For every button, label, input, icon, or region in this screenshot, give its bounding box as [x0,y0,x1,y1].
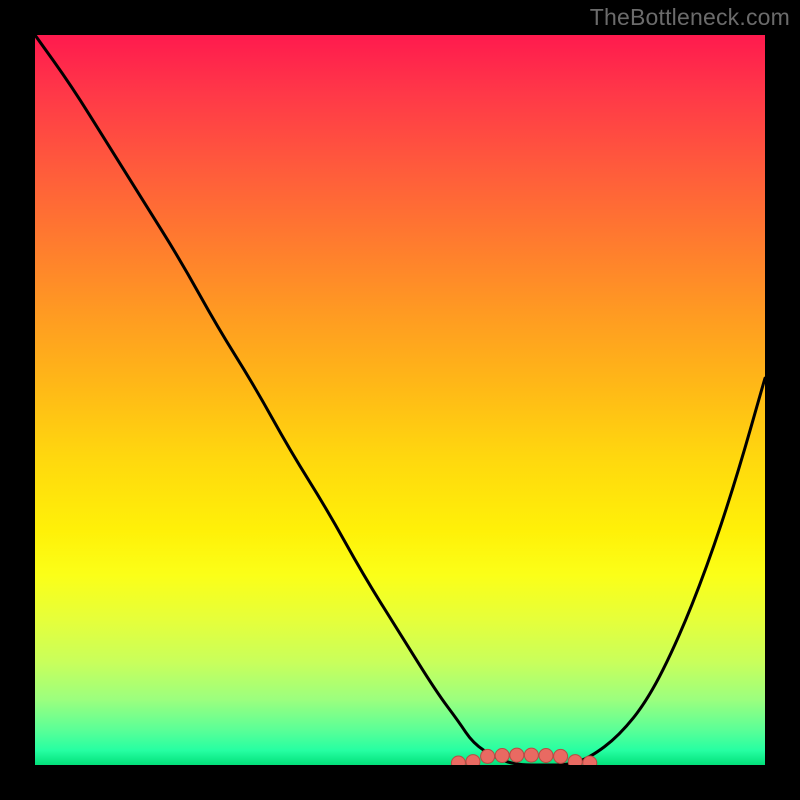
watermark-text: TheBottleneck.com [590,4,790,31]
highlight-dot [583,756,597,765]
plot-area [35,35,765,765]
highlight-dot [481,749,495,763]
bottleneck-curve [35,35,765,765]
chart-frame: TheBottleneck.com [0,0,800,800]
chart-svg [35,35,765,765]
highlight-dot [451,756,465,765]
optimal-zone-dots [451,748,596,765]
highlight-dot [466,755,480,765]
highlight-dot [539,749,553,763]
highlight-dot [568,755,582,765]
highlight-dot [495,749,509,763]
highlight-dot [510,748,524,762]
highlight-dot [554,749,568,763]
highlight-dot [524,748,538,762]
